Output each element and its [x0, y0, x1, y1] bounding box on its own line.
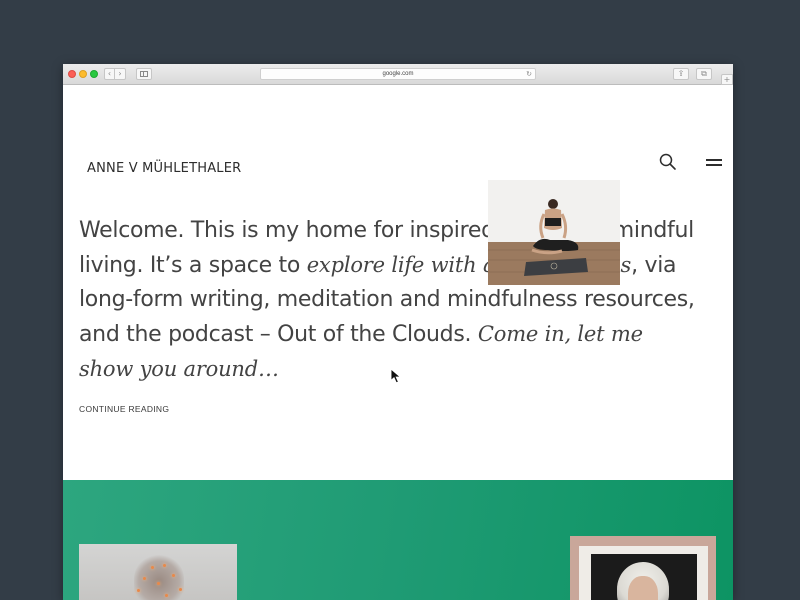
close-icon[interactable] — [68, 70, 76, 78]
light-dot — [165, 594, 168, 597]
minimize-icon[interactable] — [79, 70, 87, 78]
light-dot — [151, 566, 154, 569]
light-dot — [179, 588, 182, 591]
new-tab-button[interactable]: + — [721, 74, 733, 85]
search-icon[interactable] — [659, 153, 677, 171]
light-dot — [143, 577, 146, 580]
site-logo[interactable]: ANNE V MÜHLETHALER — [87, 161, 241, 176]
back-button[interactable]: ‹ — [104, 68, 115, 80]
featured-section — [63, 480, 733, 600]
maximize-icon[interactable] — [90, 70, 98, 78]
continue-reading-link[interactable]: CONTINUE READING — [79, 404, 169, 414]
light-dot — [172, 574, 175, 577]
address-text: google.com — [382, 71, 414, 77]
light-dot — [157, 582, 160, 585]
share-icon[interactable]: ⇪ — [673, 68, 689, 80]
tree-shape — [134, 554, 184, 600]
portrait-face — [628, 576, 658, 600]
yoga-photo[interactable] — [488, 180, 620, 285]
foggy-tree-photo[interactable] — [79, 544, 237, 600]
book-cover-photo[interactable] — [570, 536, 716, 600]
light-dot — [163, 564, 166, 567]
light-dot — [137, 589, 140, 592]
portrait-photo — [591, 554, 697, 600]
tabs-icon[interactable]: ⧉ — [696, 68, 712, 80]
forward-button[interactable]: › — [115, 68, 126, 80]
book-page — [579, 546, 708, 600]
browser-toolbar: ‹ › google.com ↻ ⇪ ⧉ + — [63, 64, 733, 85]
address-bar[interactable]: google.com ↻ — [260, 68, 536, 80]
sidebar-toggle-button[interactable] — [136, 68, 152, 80]
reload-icon[interactable]: ↻ — [526, 70, 532, 78]
sidebar-icon — [140, 71, 148, 77]
browser-window: ‹ › google.com ↻ ⇪ ⧉ + ANNE V MÜHLETHALE… — [63, 64, 733, 600]
menu-icon[interactable] — [706, 159, 724, 167]
cursor-icon — [390, 368, 402, 384]
